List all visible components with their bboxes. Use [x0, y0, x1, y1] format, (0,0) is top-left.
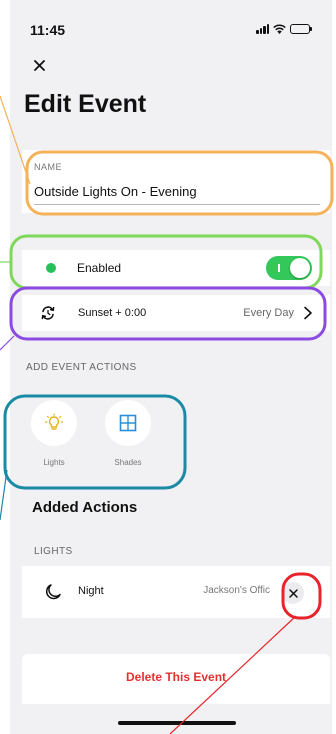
name-input[interactable]: Outside Lights On - Evening	[34, 184, 197, 199]
delete-event-label: Delete This Event	[125, 670, 227, 684]
status-icons	[256, 24, 312, 34]
schedule-trigger: Sunset + 0:00	[78, 307, 147, 319]
enabled-row: Enabled	[22, 250, 330, 286]
shades-icon	[119, 414, 137, 432]
home-indicator	[118, 721, 236, 725]
close-icon	[33, 59, 45, 71]
add-lights-action[interactable]: Lights	[31, 400, 77, 467]
close-icon	[288, 588, 298, 598]
add-shades-action[interactable]: Shades	[105, 400, 151, 467]
battery-icon	[290, 24, 312, 34]
enabled-label: Enabled	[77, 261, 122, 275]
name-input-underline	[34, 204, 320, 205]
name-field-card[interactable]: NAME Outside Lights On - Evening	[22, 150, 330, 213]
signal-icon	[256, 24, 269, 34]
lightbulb-icon	[44, 413, 64, 430]
actions-annotation-line	[0, 469, 8, 521]
schedule-sync-icon	[41, 306, 55, 320]
add-actions-heading: ADD EVENT ACTIONS	[26, 362, 137, 373]
lights-action-label: Lights	[43, 458, 65, 467]
close-button[interactable]	[28, 54, 50, 76]
added-action-row[interactable]: Night Jackson's Offic	[22, 566, 330, 618]
moon-icon	[45, 584, 61, 600]
added-action-room: Jackson's Offic	[203, 585, 270, 596]
enabled-status-dot	[46, 263, 56, 273]
status-time: 11:45	[30, 22, 66, 38]
remove-action-button[interactable]	[282, 582, 304, 604]
wifi-icon	[273, 24, 286, 34]
chevron-right-icon	[304, 306, 312, 320]
shades-action-label: Shades	[114, 458, 142, 467]
added-action-name: Night	[78, 585, 104, 597]
page-title: Edit Event	[24, 90, 147, 118]
toggle-knob	[290, 258, 310, 278]
schedule-row[interactable]: Sunset + 0:00 Every Day	[22, 295, 330, 331]
lights-group-label: LIGHTS	[34, 546, 73, 557]
enabled-toggle[interactable]	[266, 256, 312, 280]
schedule-repeat: Every Day	[243, 307, 294, 319]
added-actions-heading: Added Actions	[32, 499, 138, 516]
toggle-on-mark	[278, 264, 280, 272]
shades-action-circle	[105, 400, 151, 446]
name-field-label: NAME	[34, 162, 63, 172]
delete-event-button[interactable]: Delete This Event	[22, 654, 330, 704]
lights-action-circle	[31, 400, 77, 446]
